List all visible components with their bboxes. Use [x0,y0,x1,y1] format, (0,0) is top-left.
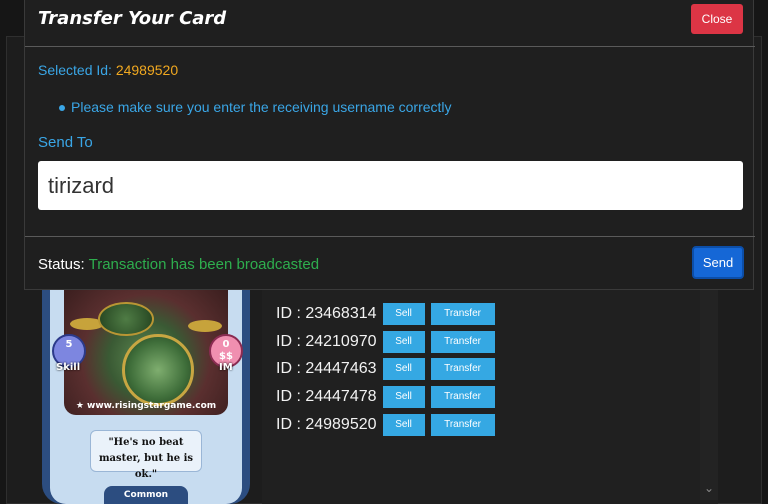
header-divider [25,46,755,47]
sell-button[interactable]: Sell [382,331,425,353]
scroll-down-icon[interactable]: ⌄ [700,478,718,498]
card-id-text: ID : 24210970 [276,333,377,350]
card-id-text: ID : 24989520 [276,416,377,433]
transfer-button[interactable]: Transfer [430,303,495,325]
close-button[interactable]: Close [691,4,743,34]
bass-drum-icon [122,334,194,406]
list-item: ID : 24447478 Sell Transfer [276,385,495,409]
card-id-text: ID : 24447463 [276,360,377,377]
username-note: Please make sure you enter the receiving… [59,99,452,115]
transfer-button[interactable]: Transfer [430,386,495,408]
username-note-text: Please make sure you enter the receiving… [71,99,452,115]
transfer-modal: Transfer Your Card Close Selected Id: 24… [24,0,755,290]
sell-button[interactable]: Sell [382,414,425,436]
send-button[interactable]: Send [692,246,744,279]
modal-title: Transfer Your Card [38,8,227,29]
cymbal-right-icon [188,320,222,332]
status-value: Transaction has been broadcasted [88,256,320,273]
card-rarity: Common [104,486,188,504]
send-to-input[interactable] [38,161,743,210]
transfer-button[interactable]: Transfer [430,331,495,353]
card-quote: "He's no beat master, but he is ok." [90,430,202,480]
selected-id: Selected Id: 24989520 [38,62,178,78]
card-artwork: ★ www.risingstargame.com [64,290,228,415]
list-item: ID : 24989520 Sell Transfer [276,413,495,437]
im-symbol: $$ [219,351,233,362]
sell-button[interactable]: Sell [382,386,425,408]
list-item: ID : 23468314 Sell Transfer [276,302,495,326]
selected-id-value: 24989520 [115,62,179,78]
selected-id-label: Selected Id: [38,62,112,78]
card-id-text: ID : 23468314 [276,305,377,322]
sell-button[interactable]: Sell [382,358,425,380]
transfer-button[interactable]: Transfer [430,358,495,380]
im-label: IM [219,362,233,373]
card-id-text: ID : 24447478 [276,388,377,405]
sell-button[interactable]: Sell [382,303,425,325]
list-item: ID : 24447463 Sell Transfer [276,357,495,381]
send-to-label: Send To [38,134,93,151]
card-website: ★ www.risingstargame.com [75,401,217,411]
im-value: 0 [222,339,230,350]
skill-value: 5 [65,339,73,350]
transfer-button[interactable]: Transfer [430,414,495,436]
tom-drum-icon [98,302,154,336]
list-scrollbar[interactable] [700,290,718,500]
bullet-icon [59,105,65,112]
status-label: Status: [38,256,85,273]
footer-divider [25,236,755,237]
status: Status: Transaction has been broadcasted [38,256,319,273]
skill-label: Skill [56,362,81,373]
list-item: ID : 24210970 Sell Transfer [276,330,495,354]
card-website-text: www.risingstargame.com [87,401,217,411]
